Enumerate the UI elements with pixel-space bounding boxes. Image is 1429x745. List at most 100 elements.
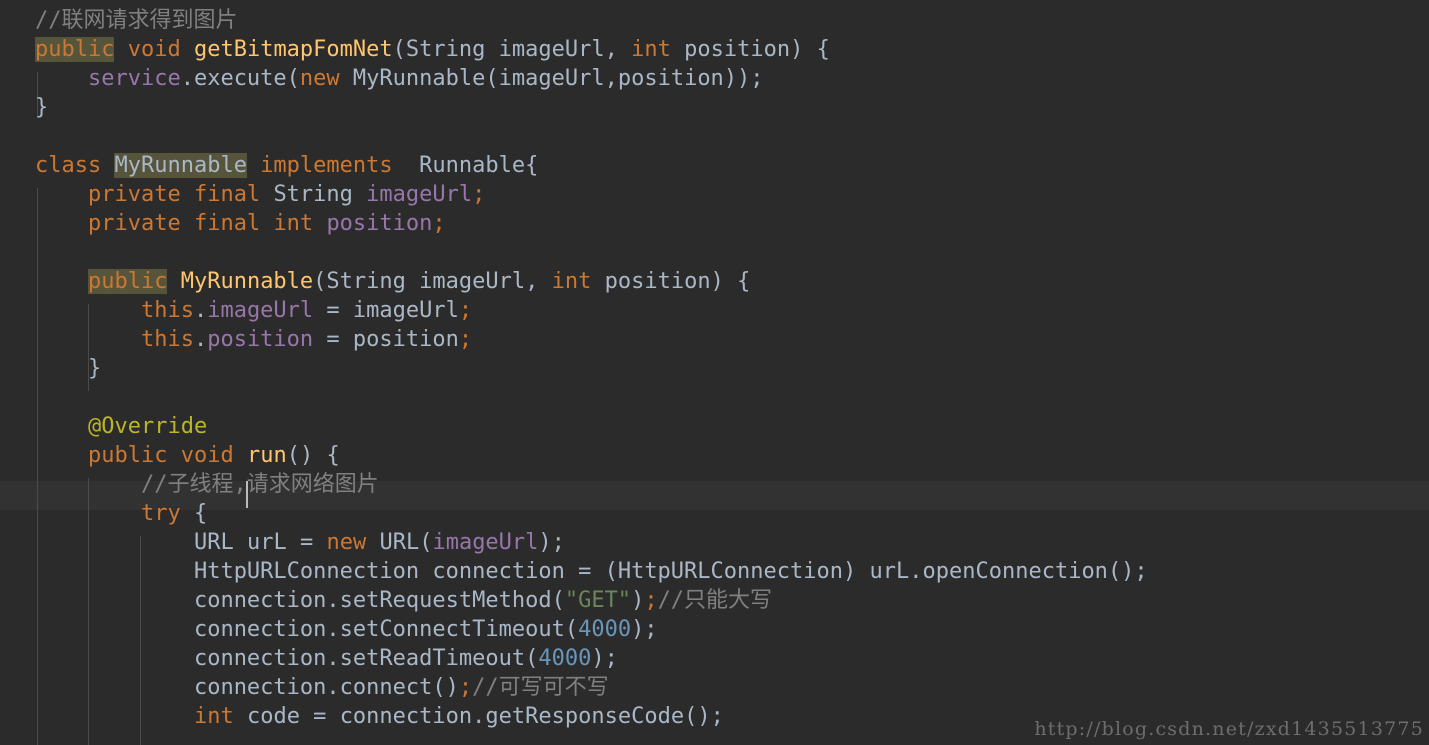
keyword-new: new — [299, 66, 340, 91]
code-line-21: connection.setRequestMethod("GET");//只能大… — [0, 586, 1148, 615]
punctuation: { — [525, 153, 539, 178]
punctuation: . — [326, 646, 340, 671]
interface-name: Runnable — [419, 153, 526, 178]
comment-token: //子线程,请求网络图片 — [140, 472, 379, 497]
keyword-final: final — [193, 182, 261, 207]
punctuation: ( — [286, 66, 300, 91]
punctuation: . — [326, 617, 340, 642]
code-line-15: @Override — [0, 412, 1148, 441]
punctuation: ; — [458, 298, 473, 323]
operator: = — [313, 298, 353, 323]
method-call: openConnection — [922, 559, 1108, 584]
parameter-name: imageUrl — [419, 269, 526, 294]
method-call: connect — [339, 675, 433, 700]
number-literal: 4000 — [578, 617, 632, 642]
type-name: String — [326, 269, 406, 294]
punctuation: ( — [564, 617, 579, 642]
field-name: imageUrl — [366, 182, 473, 207]
parameter-name: position — [684, 37, 791, 62]
keyword-this: this — [140, 327, 194, 352]
punctuation: . — [326, 675, 340, 700]
class-name: MyRunnable — [352, 66, 486, 91]
code-content[interactable]: //联网请求得到图片 public void getBitmapFomNet(S… — [0, 0, 1148, 731]
punctuation: () — [432, 675, 459, 700]
code-line-7: private final String imageUrl; — [0, 180, 1148, 209]
code-line-6: class MyRunnable implements Runnable{ — [0, 151, 1148, 180]
code-line-8: private final int position; — [0, 209, 1148, 238]
code-line-24: connection.connect();//可写可不写 — [0, 673, 1148, 702]
code-line-1: //联网请求得到图片 — [0, 6, 1148, 35]
string-literal: "GET" — [564, 588, 632, 613]
method-call: setConnectTimeout — [339, 617, 565, 642]
punctuation: () { — [286, 443, 340, 468]
local-variable: connection — [193, 617, 327, 642]
local-variable: connection — [432, 559, 565, 584]
local-variable: connection — [193, 588, 327, 613]
punctuation: ( — [485, 66, 499, 91]
comment-token: //可写可不写 — [472, 675, 609, 700]
local-variable: connection — [339, 704, 473, 729]
code-line-4: } — [0, 93, 1148, 122]
keyword-int: int — [193, 704, 234, 729]
cast-expression: (HttpURLConnection) — [604, 559, 857, 584]
punctuation: ; — [458, 327, 473, 352]
argument: position — [617, 66, 724, 91]
type-name: HttpURLConnection — [193, 559, 420, 584]
punctuation: . — [472, 704, 486, 729]
punctuation: , — [604, 66, 618, 91]
type-name: String — [273, 182, 353, 207]
code-line-9-blank — [0, 238, 1148, 267]
operator: = — [313, 327, 353, 352]
class-name-declaration: MyRunnable — [114, 153, 247, 178]
field-name: position — [326, 211, 433, 236]
method-call: setRequestMethod — [339, 588, 552, 613]
text-caret — [246, 481, 248, 508]
keyword-public: public — [87, 269, 168, 294]
code-line-17: //子线程,请求网络图片 — [0, 470, 1148, 499]
keyword-public: public — [87, 443, 168, 468]
comment-token: //只能大写 — [657, 588, 773, 613]
type-name: String — [405, 37, 486, 62]
keyword-int: int — [273, 211, 314, 236]
method-name-run: run — [246, 443, 287, 468]
keyword-int: int — [551, 269, 592, 294]
punctuation: . — [193, 298, 208, 323]
keyword-implements: implements — [260, 153, 393, 178]
code-line-14-blank — [0, 383, 1148, 412]
field-name: position — [207, 327, 314, 352]
punctuation: ) { — [710, 269, 751, 294]
punctuation: ( — [525, 646, 539, 671]
keyword-void: void — [127, 37, 181, 62]
type-name: URL — [193, 530, 234, 555]
code-line-2: public void getBitmapFomNet(String image… — [0, 35, 1148, 64]
punctuation: ( — [313, 269, 327, 294]
code-editor[interactable]: //联网请求得到图片 public void getBitmapFomNet(S… — [0, 0, 1429, 745]
code-line-5-blank — [0, 122, 1148, 151]
punctuation: ; — [432, 211, 446, 236]
punctuation: . — [193, 327, 208, 352]
keyword-private: private — [87, 182, 181, 207]
